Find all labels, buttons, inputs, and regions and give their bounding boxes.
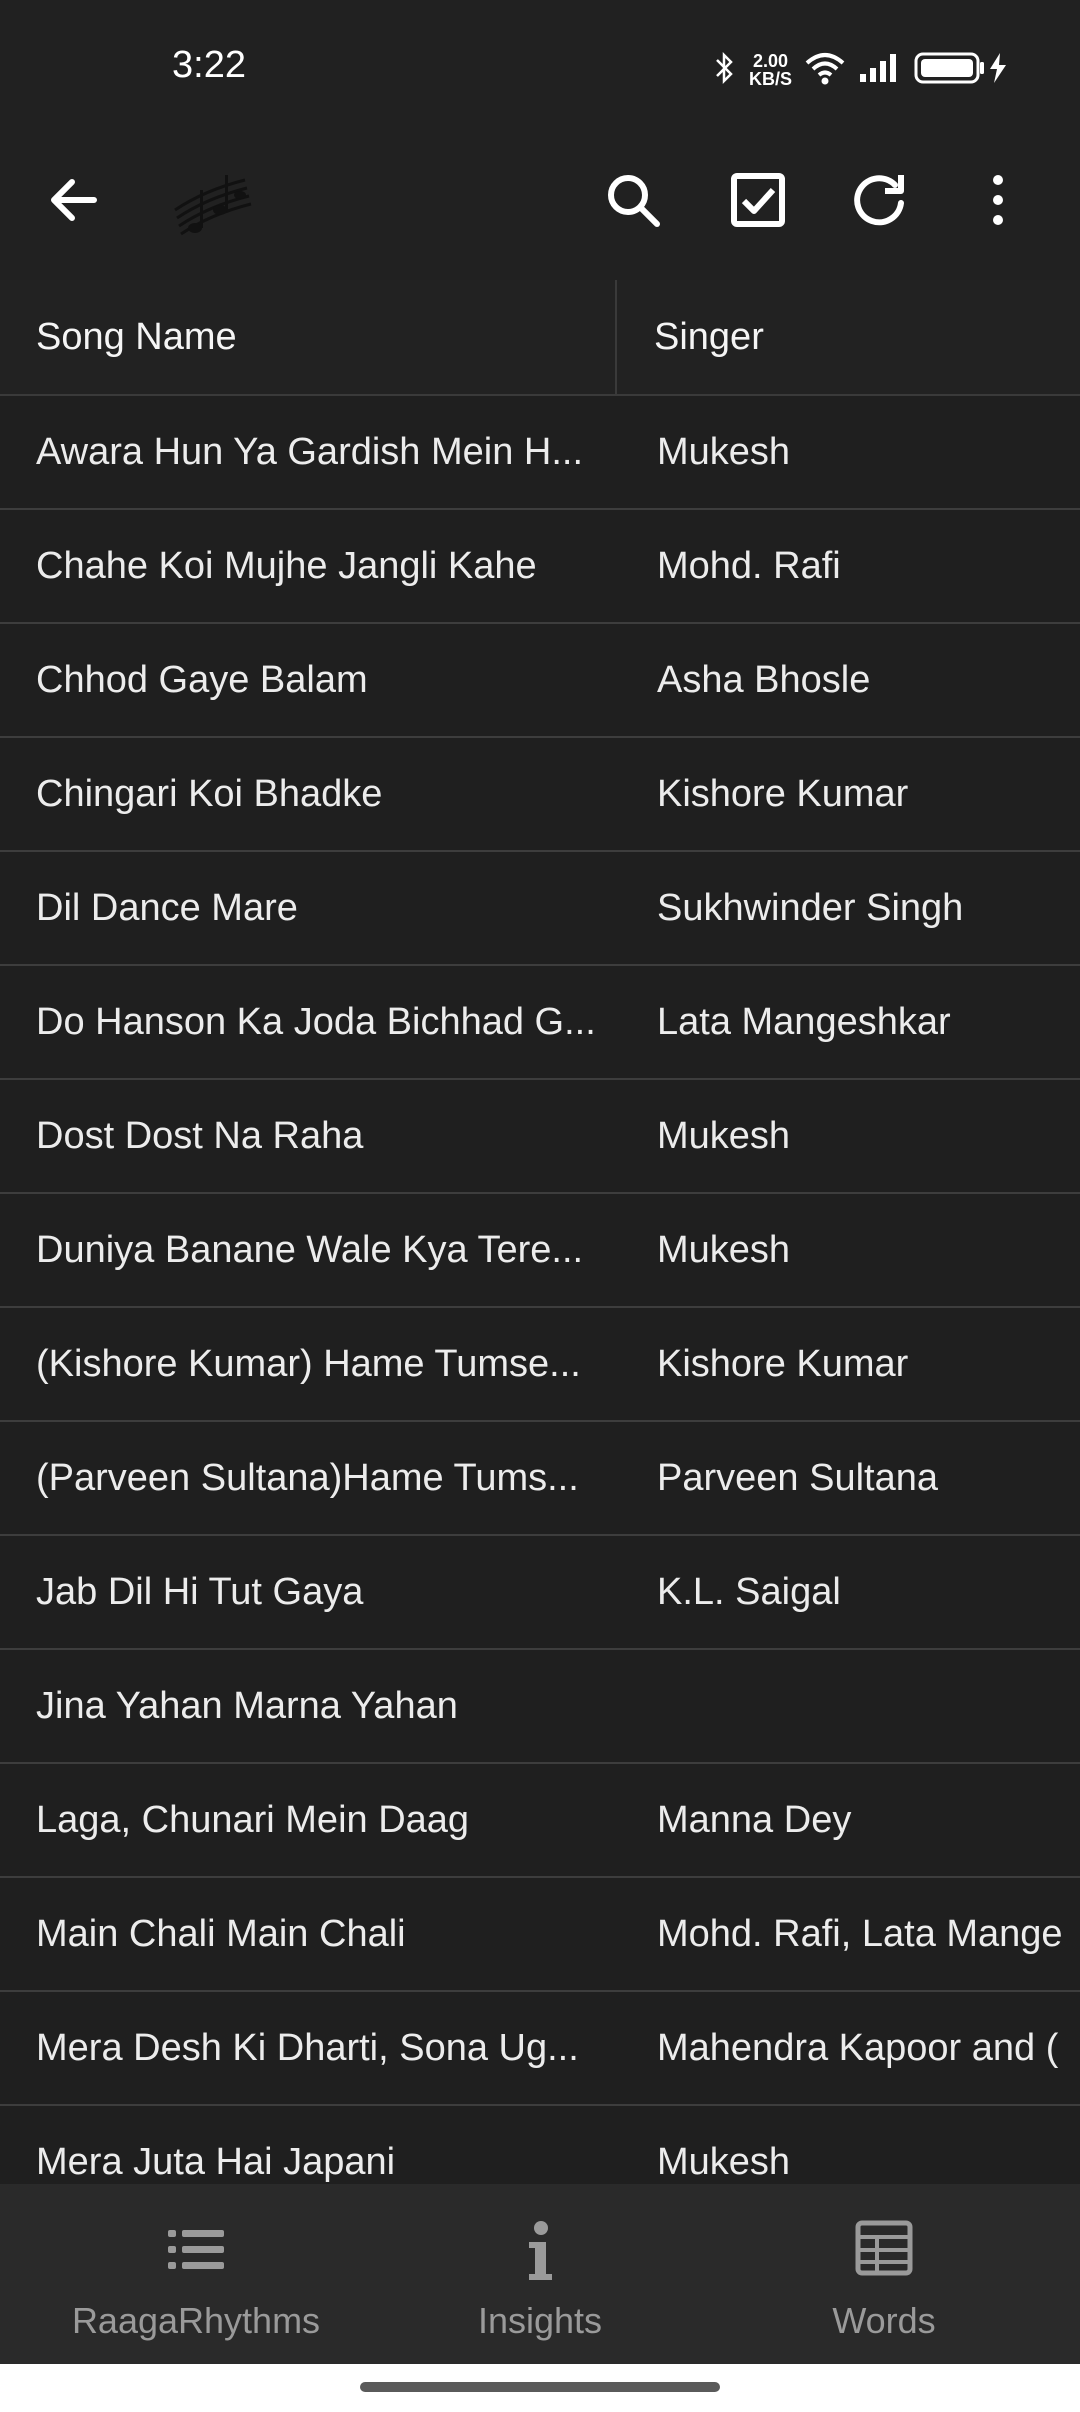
song-name-cell: Chingari Koi Bhadke <box>36 773 383 815</box>
table-row[interactable]: Awara Hun Ya Gardish Mein H... Mukesh <box>0 396 1080 510</box>
table-row[interactable]: (Parveen Sultana)Hame Tums... Parveen Su… <box>0 1422 1080 1536</box>
song-name-cell: Laga, Chunari Mein Daag <box>36 1799 470 1841</box>
song-name-cell: Chahe Koi Mujhe Jangli Kahe <box>36 545 537 587</box>
net-speed-unit: KB/S <box>748 69 792 89</box>
table-grid-icon <box>855 2220 913 2276</box>
search-icon <box>608 175 660 227</box>
singer-cell: Mukesh <box>657 431 791 473</box>
bottom-navigation: RaagaRhythms Insights Words <box>0 2184 1080 2364</box>
table-row[interactable]: Main Chali Main Chali Mohd. Rafi, Lata M… <box>0 1878 1080 1992</box>
singer-cell: Manna Dey <box>657 1799 852 1841</box>
singer-cell: Mohd. Rafi <box>657 545 841 587</box>
singer-cell: Mukesh <box>657 1115 791 1157</box>
song-name-cell: Jab Dil Hi Tut Gaya <box>36 1571 364 1613</box>
nav-item-raagarhythms[interactable]: RaagaRhythms <box>16 2184 376 2364</box>
nav-label-insights: Insights <box>477 2300 603 2341</box>
more-options-button[interactable] <box>958 160 1038 240</box>
table-row[interactable]: Chingari Koi Bhadke Kishore Kumar <box>0 738 1080 852</box>
song-name-cell: Jina Yahan Marna Yahan <box>36 1685 458 1727</box>
info-icon <box>529 2221 552 2280</box>
singer-cell: Sukhwinder Singh <box>657 887 964 929</box>
table-header: Song Name Singer <box>0 280 1080 396</box>
back-arrow-icon <box>51 179 97 221</box>
singer-cell: Lata Mangeshkar <box>657 1001 951 1043</box>
table-row[interactable]: Mera Juta Hai Japani Mukesh <box>0 2106 1080 2184</box>
song-name-cell: Awara Hun Ya Gardish Mein H... <box>36 431 584 473</box>
status-icons: 2.00 KB/S <box>713 48 1010 92</box>
singer-cell: K.L. Saigal <box>657 1571 841 1613</box>
song-name-cell: Do Hanson Ka Joda Bichhad G... <box>36 1001 596 1043</box>
wifi-icon <box>804 51 846 90</box>
checkbox-icon <box>731 173 785 227</box>
net-speed: 2.00 KB/S <box>749 52 792 88</box>
battery-charging-icon <box>914 51 1010 90</box>
singer-cell: Asha Bhosle <box>657 659 871 701</box>
song-name-cell: Dil Dance Mare <box>36 887 298 929</box>
app-bar <box>0 120 1080 282</box>
table-row[interactable]: Chahe Koi Mujhe Jangli Kahe Mohd. Rafi <box>0 510 1080 624</box>
singer-cell: Parveen Sultana <box>657 1457 938 1499</box>
home-gesture-bar[interactable] <box>360 2382 720 2392</box>
singer-cell: Kishore Kumar <box>657 1343 909 1385</box>
singer-cell: Mukesh <box>657 1229 791 1271</box>
song-name-cell: Dost Dost Na Raha <box>36 1115 364 1157</box>
status-bar: 3:22 2.00 KB/S <box>0 0 1080 120</box>
table-row[interactable]: Jina Yahan Marna Yahan <box>0 1650 1080 1764</box>
table-row[interactable]: (Kishore Kumar) Hame Tumse... Kishore Ku… <box>0 1308 1080 1422</box>
table-row[interactable]: Dost Dost Na Raha Mukesh <box>0 1080 1080 1194</box>
table-row[interactable]: Chhod Gaye Balam Asha Bhosle <box>0 624 1080 738</box>
song-name-cell: (Parveen Sultana)Hame Tums... <box>36 1457 579 1499</box>
more-vert-icon <box>993 175 1003 225</box>
table-row[interactable]: Jab Dil Hi Tut Gaya K.L. Saigal <box>0 1536 1080 1650</box>
list-icon <box>168 2230 224 2269</box>
table-row[interactable]: Laga, Chunari Mein Daag Manna Dey <box>0 1764 1080 1878</box>
singer-cell <box>657 1650 1080 1762</box>
song-name-cell: Mera Juta Hai Japani <box>36 2141 396 2183</box>
column-header-song-name[interactable]: Song Name <box>36 280 237 394</box>
singer-cell: Mohd. Rafi, Lata Mange <box>657 1913 1063 1955</box>
music-notes-logo-icon <box>174 175 252 236</box>
song-name-cell: Main Chali Main Chali <box>36 1913 406 1955</box>
refresh-icon <box>854 175 904 226</box>
table-row[interactable]: Do Hanson Ka Joda Bichhad G... Lata Mang… <box>0 966 1080 1080</box>
signal-icon <box>858 52 902 89</box>
search-button[interactable] <box>593 160 673 240</box>
table-row[interactable]: Dil Dance Mare Sukhwinder Singh <box>0 852 1080 966</box>
song-name-cell: Mera Desh Ki Dharti, Sona Ug... <box>36 2027 579 2069</box>
app-logo <box>165 150 265 250</box>
song-name-cell: Duniya Banane Wale Kya Tere... <box>36 1229 584 1271</box>
bluetooth-icon <box>713 50 737 91</box>
song-table-body[interactable]: Awara Hun Ya Gardish Mein H... Mukesh Ch… <box>0 396 1080 2184</box>
nav-item-insights[interactable]: Insights <box>360 2184 720 2364</box>
back-button[interactable] <box>34 160 114 240</box>
refresh-button[interactable] <box>838 160 918 240</box>
nav-label-raagarhythms: RaagaRhythms <box>71 2300 321 2341</box>
singer-cell: Mukesh <box>657 2141 791 2183</box>
status-time: 3:22 <box>172 44 246 86</box>
select-all-button[interactable] <box>718 160 798 240</box>
column-divider[interactable] <box>615 280 617 394</box>
singer-cell: Mahendra Kapoor and ( <box>657 2027 1059 2069</box>
song-name-cell: (Kishore Kumar) Hame Tumse... <box>36 1343 581 1385</box>
song-name-cell: Chhod Gaye Balam <box>36 659 368 701</box>
table-row[interactable]: Mera Desh Ki Dharti, Sona Ug... Mahendra… <box>0 1992 1080 2106</box>
singer-cell: Kishore Kumar <box>657 773 909 815</box>
column-header-singer[interactable]: Singer <box>654 280 764 394</box>
table-row[interactable]: Duniya Banane Wale Kya Tere... Mukesh <box>0 1194 1080 1308</box>
nav-label-words: Words <box>832 2300 936 2341</box>
nav-item-words[interactable]: Words <box>704 2184 1064 2364</box>
net-speed-value: 2.00 <box>752 51 789 71</box>
